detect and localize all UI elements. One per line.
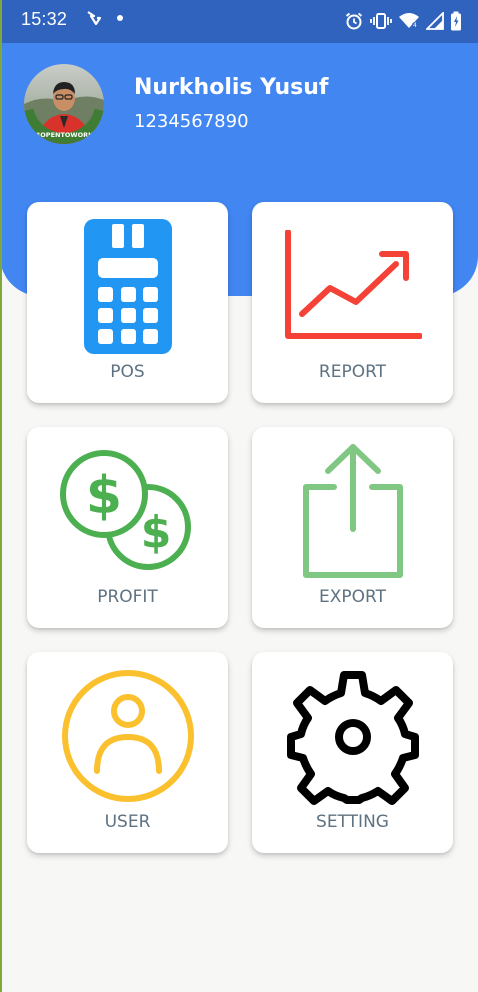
- status-right-icons: 4: [344, 9, 462, 33]
- gear-icon: [287, 671, 419, 805]
- svg-text:$: $: [86, 466, 122, 526]
- setting-card[interactable]: SETTING: [252, 652, 453, 853]
- vibrate-icon: [370, 13, 392, 29]
- svg-text:4: 4: [413, 22, 417, 29]
- avatar[interactable]: #OPENTOWORK: [24, 64, 104, 144]
- export-label: EXPORT: [319, 587, 386, 607]
- user-icon: [62, 670, 194, 802]
- user-card[interactable]: USER: [27, 652, 228, 853]
- share-export-icon: [303, 444, 403, 578]
- avatar-badge-text: #OPENTOWORK: [35, 131, 94, 139]
- alarm-icon: [345, 12, 363, 30]
- battery-icon: [451, 11, 461, 31]
- notification-dot-icon: [117, 15, 123, 21]
- pos-label: POS: [110, 362, 145, 382]
- status-bar: 15:32 4: [0, 0, 478, 43]
- user-name: Nurkholis Yusuf: [134, 75, 329, 100]
- user-phone: 1234567890: [134, 111, 249, 132]
- export-card[interactable]: EXPORT: [252, 427, 453, 628]
- report-card[interactable]: REPORT: [252, 202, 453, 403]
- window-edge: [0, 0, 2, 992]
- pos-card[interactable]: POS: [27, 202, 228, 403]
- signal-icon: [426, 12, 444, 30]
- user-label: USER: [104, 812, 151, 832]
- report-label: REPORT: [318, 362, 387, 382]
- coins-icon: $ $: [60, 450, 191, 570]
- status-time: 15:32: [21, 9, 68, 29]
- profit-card[interactable]: $ $ PROFIT: [27, 427, 228, 628]
- trending-chart-icon: [285, 230, 422, 339]
- wifi-icon: 4: [399, 13, 419, 29]
- status-left-icons: [86, 10, 124, 26]
- pos-terminal-icon: [84, 219, 172, 354]
- profit-label: PROFIT: [97, 587, 158, 607]
- setting-label: SETTING: [316, 812, 389, 832]
- svg-text:$: $: [141, 507, 172, 558]
- mobile-data-arrows-icon: [87, 11, 102, 26]
